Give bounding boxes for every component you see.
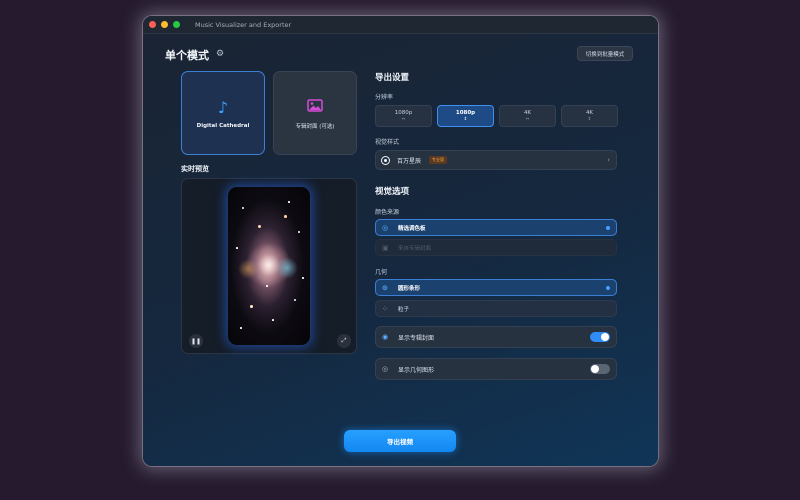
album-icon: ◉	[382, 333, 389, 341]
preview-panel: ❚❚ ⤢	[181, 178, 357, 354]
resolution-label: 分辨率	[375, 94, 394, 101]
zoom-window-button[interactable]	[173, 21, 180, 28]
geometry-particles[interactable]: ⁘ 粒子	[375, 300, 617, 317]
visual-style-label: 视觉样式	[375, 139, 400, 146]
circle-bars-icon: ⊙	[382, 283, 388, 292]
title-bar: Music Visualizer and Exporter	[143, 16, 658, 34]
window-title: Music Visualizer and Exporter	[195, 20, 292, 29]
page-title: 单个模式	[165, 49, 209, 62]
gear-icon[interactable]: ⚙	[216, 49, 224, 59]
window-controls	[149, 21, 180, 28]
option-label: 精选调色板	[398, 225, 426, 232]
sparkle-icon: ⁘	[382, 304, 388, 313]
export-video-button[interactable]: 导出视频	[344, 430, 456, 452]
album-cover-card[interactable]: 专辑封面 (可选)	[273, 71, 357, 155]
option-label: 圆形条形	[398, 285, 421, 292]
toggle-label: 显示几何图形	[398, 366, 435, 374]
music-note-icon: ♪	[217, 97, 229, 117]
audio-source-card[interactable]: ♪ Digital Cathedral	[181, 71, 265, 155]
export-settings-title: 导出设置	[375, 73, 410, 83]
app-window: Music Visualizer and Exporter 单个模式 ⚙ 切换到…	[143, 16, 658, 466]
selected-indicator	[606, 225, 610, 230]
option-label: 来自专辑封面	[398, 245, 432, 252]
geometry-circle-bars[interactable]: ⊙ 圆形条形	[375, 279, 617, 296]
geometry-label: 几何	[375, 269, 388, 276]
resolution-4k-landscape[interactable]: 4K ↔	[499, 105, 556, 127]
color-source-album[interactable]: ▣ 来自专辑封面	[375, 239, 617, 256]
orientation-icon: ↕	[463, 117, 468, 122]
show-album-cover-row: ◉ 显示专辑封面	[375, 326, 617, 348]
chevron-right-icon: ›	[607, 156, 610, 164]
minimize-window-button[interactable]	[161, 21, 168, 28]
visual-style-value: 百万星辰	[397, 157, 422, 165]
preview-canvas	[228, 187, 310, 345]
option-label: 粒子	[398, 306, 410, 313]
color-source-label: 颜色来源	[375, 209, 400, 216]
orientation-icon: ↔	[401, 117, 406, 122]
album-cover-label: 专辑封面 (可选)	[295, 123, 335, 130]
close-window-button[interactable]	[149, 21, 156, 28]
resolution-label-text: 1080p	[455, 110, 476, 116]
pro-badge: 专业版	[429, 156, 448, 164]
photo-icon: ▣	[382, 243, 389, 252]
show-geometry-toggle[interactable]	[590, 364, 610, 374]
visual-style-select[interactable]: 百万星辰 专业版 ›	[375, 150, 617, 170]
palette-icon: ◎	[382, 223, 389, 232]
preview-label: 实时预览	[181, 165, 209, 173]
toggle-label: 显示专辑封面	[398, 334, 435, 342]
visual-options-title: 视觉选项	[375, 187, 410, 197]
style-dot-icon	[382, 156, 389, 164]
show-album-cover-toggle[interactable]	[590, 332, 610, 342]
resolution-4k-portrait[interactable]: 4K ↕	[561, 105, 618, 127]
resolution-label-text: 4K	[523, 110, 532, 116]
expand-icon[interactable]: ⤢	[337, 334, 351, 348]
orientation-icon: ↔	[525, 117, 530, 122]
resolution-label-text: 4K	[585, 110, 594, 116]
shape-icon: ◎	[382, 365, 389, 373]
pause-button[interactable]: ❚❚	[189, 334, 203, 348]
resolution-1080p-landscape[interactable]: 1080p ↔	[375, 105, 432, 127]
show-geometry-row: ◎ 显示几何图形	[375, 358, 617, 380]
color-source-palette[interactable]: ◎ 精选调色板	[375, 219, 617, 236]
selected-indicator	[606, 285, 610, 290]
image-icon	[307, 97, 323, 116]
audio-source-label: Digital Cathedral	[196, 122, 250, 129]
resolution-1080p-portrait[interactable]: 1080p ↕	[437, 105, 494, 127]
switch-batch-mode-button[interactable]: 切换到批量模式	[577, 46, 633, 61]
resolution-label-text: 1080p	[394, 110, 413, 116]
orientation-icon: ↕	[587, 117, 592, 122]
